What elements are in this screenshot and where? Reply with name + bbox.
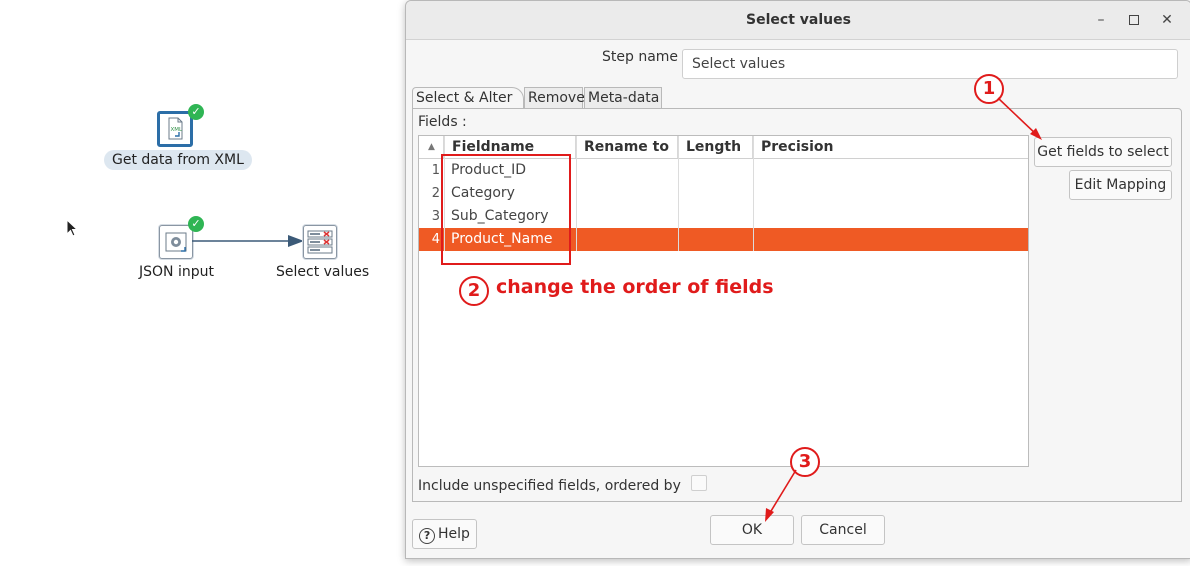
annotation-marker-2: 2 xyxy=(459,276,489,306)
help-button[interactable]: ? Help xyxy=(412,519,477,549)
dialog-title: Select values xyxy=(746,12,851,28)
row-number: 2 xyxy=(431,186,440,201)
hop-arrow[interactable] xyxy=(192,233,304,249)
row-number: 3 xyxy=(431,209,440,224)
annotation-arrow-3 xyxy=(765,469,797,522)
column-divider xyxy=(576,136,577,251)
json-input-icon[interactable] xyxy=(159,225,193,259)
tab-meta-data[interactable]: Meta-data xyxy=(584,87,662,108)
step-name-label: Step name xyxy=(602,49,679,65)
select-values-icon[interactable] xyxy=(303,225,337,259)
column-header-length[interactable]: Length xyxy=(678,136,753,158)
row-number: 4 xyxy=(431,232,440,247)
include-unspecified-label: Include unspecified fields, ordered by n… xyxy=(418,478,683,494)
step-label: Select values xyxy=(276,264,370,280)
annotation-highlight-box xyxy=(441,154,571,265)
mouse-cursor-icon xyxy=(66,219,79,237)
minimize-icon[interactable]: – xyxy=(1092,11,1110,29)
column-divider xyxy=(753,136,754,251)
maximize-icon[interactable] xyxy=(1125,11,1143,29)
fields-label: Fields : xyxy=(418,114,467,130)
tab-remove[interactable]: Remove xyxy=(524,87,585,108)
edit-mapping-button[interactable]: Edit Mapping xyxy=(1069,170,1172,200)
row-number: 1 xyxy=(431,163,440,178)
ok-check-icon: ✓ xyxy=(188,216,204,232)
ok-check-icon: ✓ xyxy=(188,104,204,120)
column-header-rename-to[interactable]: Rename to xyxy=(576,136,678,158)
svg-text:XML: XML xyxy=(171,127,184,133)
close-icon[interactable]: ✕ xyxy=(1158,11,1176,29)
cancel-button[interactable]: Cancel xyxy=(801,515,885,545)
get-fields-button[interactable]: Get fields to select xyxy=(1034,137,1172,167)
column-divider xyxy=(678,136,679,251)
help-label: Help xyxy=(438,526,470,542)
dialog-titlebar[interactable]: Select values – ✕ xyxy=(406,1,1190,40)
step-label: Get data from XML xyxy=(104,150,252,170)
help-icon: ? xyxy=(419,528,436,544)
include-unspecified-checkbox[interactable] xyxy=(691,475,707,491)
step-name-input[interactable] xyxy=(682,49,1178,79)
step-label: JSON input xyxy=(139,264,214,280)
annotation-note: change the order of fields xyxy=(496,276,774,298)
tab-select-alter[interactable]: Select & Alter xyxy=(412,87,524,109)
xml-file-icon[interactable]: XML xyxy=(157,111,193,147)
transformation-canvas[interactable]: XML ✓ Get data from XML ✓ JSON input Sel… xyxy=(0,0,405,566)
annotation-arrow-1 xyxy=(997,97,1042,140)
column-header-precision[interactable]: Precision xyxy=(753,136,1028,158)
